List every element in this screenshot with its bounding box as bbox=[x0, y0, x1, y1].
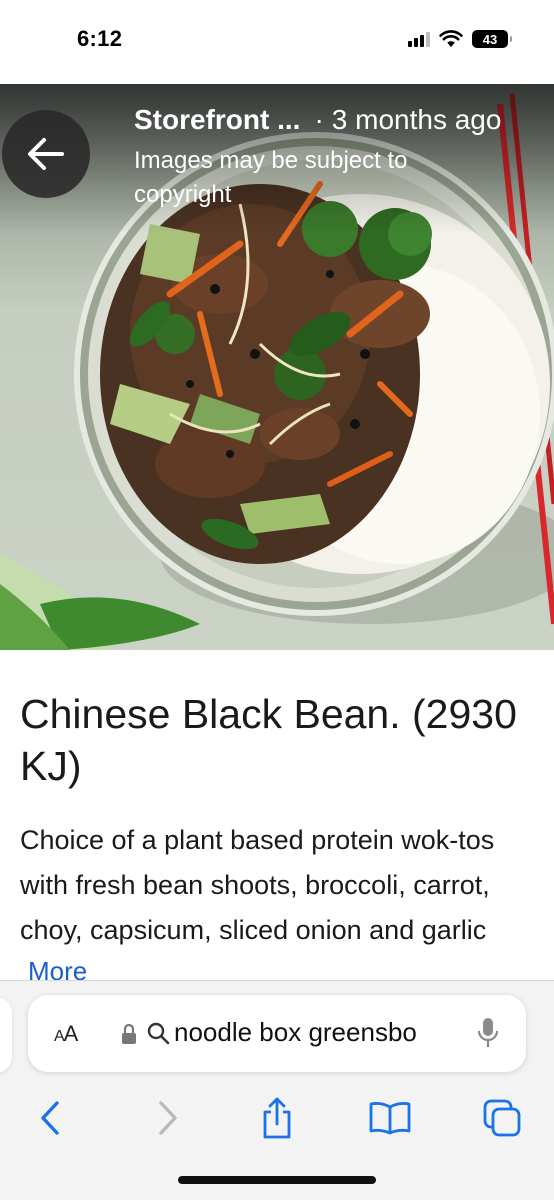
result-title[interactable]: Chinese Black Bean. (2930 KJ) bbox=[20, 688, 554, 792]
microphone-icon[interactable] bbox=[477, 1017, 499, 1049]
copyright-notice: Images may be subject to copyright bbox=[134, 147, 408, 208]
back-nav-button[interactable] bbox=[25, 1093, 75, 1143]
book-icon bbox=[369, 1102, 411, 1135]
result-details: Chinese Black Bean. (2930 KJ) Choice of … bbox=[0, 650, 554, 980]
source-separator: · bbox=[314, 104, 324, 135]
bookmarks-button[interactable] bbox=[365, 1093, 415, 1143]
source-name[interactable]: Storefront ... bbox=[134, 104, 300, 136]
tabs-button[interactable] bbox=[477, 1093, 527, 1143]
status-time: 6:12 bbox=[77, 26, 123, 51]
home-indicator bbox=[178, 1176, 376, 1184]
description-line: with fresh bean shoots, broccoli, carrot… bbox=[20, 870, 490, 900]
description-line: choy, capsicum, sliced onion and garlic bbox=[20, 915, 487, 945]
result-description: Choice of a plant based protein wok-tos … bbox=[20, 818, 554, 953]
share-icon bbox=[263, 1097, 291, 1139]
wifi-icon bbox=[439, 30, 463, 47]
tabs-icon bbox=[483, 1099, 521, 1137]
browser-toolbar: AA noodle box greensbo bbox=[0, 980, 554, 1200]
more-link[interactable]: More bbox=[28, 956, 87, 980]
browser-nav-row bbox=[0, 1093, 554, 1143]
forward-nav-button[interactable] bbox=[143, 1093, 193, 1143]
chevron-left-icon bbox=[41, 1101, 59, 1135]
source-age: 3 months ago bbox=[331, 104, 502, 135]
address-bar[interactable]: AA noodle box greensbo bbox=[28, 995, 526, 1072]
search-icon bbox=[147, 1022, 170, 1045]
previous-tab-preview[interactable] bbox=[0, 997, 12, 1073]
description-line: Choice of a plant based protein wok-tos bbox=[20, 825, 495, 855]
chevron-right-icon bbox=[159, 1101, 177, 1135]
lock-icon bbox=[122, 1023, 136, 1044]
share-button[interactable] bbox=[252, 1093, 302, 1143]
status-bar: 6:12 43 bbox=[0, 0, 554, 84]
image-viewer[interactable]: Storefront ... · 3 months ago Images may… bbox=[0, 84, 554, 650]
image-source-line: Storefront ... · 3 months ago bbox=[134, 104, 501, 136]
battery-level: 43 bbox=[482, 31, 498, 47]
back-button[interactable] bbox=[2, 110, 90, 198]
status-icons: 43 bbox=[408, 30, 512, 48]
arrow-left-icon bbox=[28, 138, 64, 170]
battery-icon: 43 bbox=[472, 30, 512, 48]
url-text[interactable]: noodle box greensbo bbox=[174, 1017, 452, 1048]
cellular-signal-icon bbox=[408, 31, 430, 47]
text-size-button[interactable]: AA bbox=[54, 1021, 78, 1047]
